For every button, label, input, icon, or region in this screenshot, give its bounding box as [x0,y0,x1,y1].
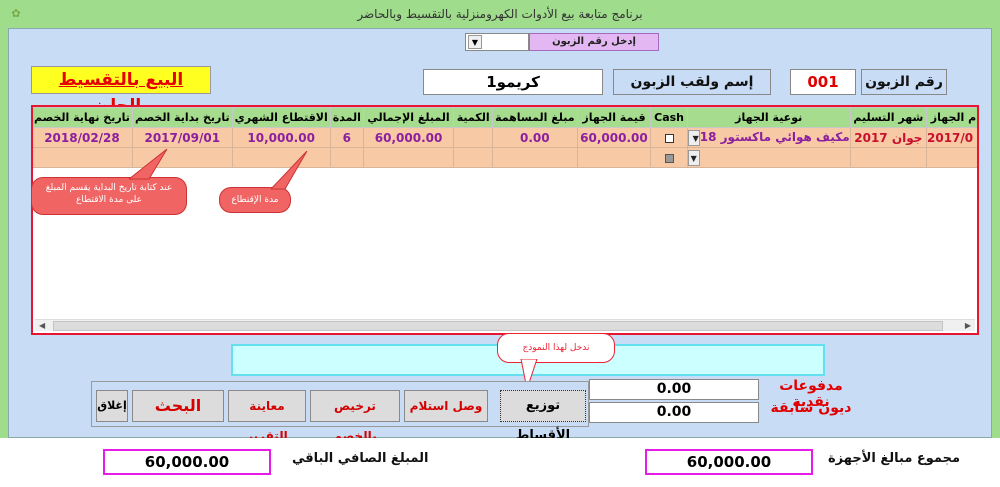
receipt-button[interactable]: وصل استلام [404,390,488,422]
cell-empty[interactable] [576,147,652,168]
callout-pointer-icon [271,151,308,190]
cell-month[interactable]: جوان 2017 [849,127,928,148]
scroll-right-icon[interactable]: ▶ [965,320,971,332]
callout-pointer-icon [129,149,168,180]
scrollbar-thumb[interactable] [53,321,943,331]
cell-empty[interactable] [329,147,364,168]
net-remaining-field: 60,000.00 [103,449,271,475]
start-date-callout: عند كتابة تاريخ البداية يقسم المبلغ على … [31,177,187,215]
cell-device[interactable]: ▼ مكيف هوائي ماكستور 18 [686,127,851,148]
cash-checkbox-indeterminate[interactable] [664,153,674,163]
cell-duration[interactable]: 6 [329,127,364,148]
net-remaining-label: المبلغ الصافي الباقي [292,451,429,466]
cell-empty[interactable] [849,147,928,168]
distribute-installments-button[interactable]: توزيع الأقساط [500,390,586,443]
col-total[interactable]: المبلغ الإجمالي [362,107,455,128]
cell-monthly[interactable]: 10,000.00 [231,127,331,148]
chevron-down-icon[interactable]: ▼ [468,35,482,49]
sales-table: تاريخ نهاية الخصم تاريخ بداية الخصم الاق… [33,107,977,168]
discount-authorization-button[interactable]: ترخيص بالخصم [310,390,400,443]
cell-end-date[interactable]: 2018/02/28 [33,127,133,148]
cell-start-date[interactable]: 2017/09/01 [131,127,233,148]
enter-customer-button[interactable]: إدخل رقم الزبون [529,33,659,51]
cell-value[interactable]: 60,000.00 [576,127,652,148]
customer-name-label: إسم ولقب الزبون [613,69,771,95]
col-device[interactable]: نوعية الجهاز [686,107,851,128]
customer-name-field[interactable]: كريمو1 [423,69,603,95]
col-value[interactable]: قيمة الجهاز [576,107,652,128]
cell-empty[interactable] [33,147,133,168]
close-button[interactable]: إغلاق [96,390,128,422]
previous-debts-label: ديون سابقة [770,400,852,416]
cell-total[interactable]: 60,000.00 [362,127,455,148]
customer-number-combo[interactable]: ▼ [465,33,529,51]
cell-cash[interactable] [650,127,688,148]
grid-header-row: تاريخ نهاية الخصم تاريخ بداية الخصم الاق… [33,107,977,128]
cell-empty[interactable] [453,147,494,168]
cell-empty[interactable] [492,147,578,168]
window-title: برنامج متابعة بيع الأدوات الكهرومنزلية ب… [357,7,643,21]
page-heading: البيع بالتقسيط وبالحاضر [31,66,211,116]
table-row[interactable]: 2018/02/28 2017/09/01 10,000.00 6 60,000… [33,127,977,148]
sales-grid: تاريخ نهاية الخصم تاريخ بداية الخصم الاق… [31,105,979,335]
cash-payments-field[interactable]: 0.00 [589,379,759,400]
col-duration[interactable]: المدة [329,107,364,128]
col-contribution[interactable]: مبلغ المساهمة [492,107,578,128]
action-bar: إغلاق البحث معاينة التقرير ترخيص بالخصم … [91,381,589,443]
cash-checkbox[interactable] [664,133,674,143]
form-callout: ندخل لهذا النموذج [497,333,615,363]
col-monthly[interactable]: الاقتطاع الشهري [231,107,331,128]
report-preview-button[interactable]: معاينة التقرير [228,390,306,443]
main-form: إدخل رقم الزبون ▼ البيع بالتقسيط وبالحاض… [8,28,992,443]
cell-empty[interactable] [362,147,455,168]
col-cash[interactable]: Cash [650,107,688,128]
cell-device-new[interactable]: ▼ [686,147,851,168]
cell-empty[interactable] [926,147,977,168]
col-qty[interactable]: الكمية [453,107,494,128]
app-window: ✿ برنامج متابعة بيع الأدوات الكهرومنزلية… [0,0,1000,487]
customer-number-field[interactable]: 001 [790,69,856,95]
scroll-left-icon[interactable]: ◀ [39,320,45,332]
col-end-date[interactable]: تاريخ نهاية الخصم [33,107,133,128]
cell-date[interactable]: 2017/0 [926,127,977,148]
title-bar: ✿ برنامج متابعة بيع الأدوات الكهرومنزلية… [0,0,1000,28]
horizontal-scrollbar[interactable]: ◀ ▶ [35,319,975,331]
devices-total-field: 60,000.00 [645,449,813,475]
chevron-down-icon[interactable]: ▼ [687,149,700,166]
app-icon: ✿ [11,7,21,20]
cell-qty[interactable] [453,127,494,148]
col-date[interactable]: م الجهاز [926,107,977,128]
col-start-date[interactable]: تاريخ بداية الخصم [131,107,233,128]
cell-contribution[interactable]: 0.00 [492,127,578,148]
chevron-down-icon[interactable]: ▼ [687,129,700,146]
table-row-new[interactable]: ▼ [33,147,977,168]
search-button[interactable]: البحث [132,390,224,422]
previous-debts-field[interactable]: 0.00 [589,402,759,423]
col-month[interactable]: شهر التسليم [849,107,928,128]
devices-total-label: مجموع مبالغ الأجهزة [828,451,961,466]
device-name: مكيف هوائي ماكستور 18 [699,129,850,144]
cell-cash-new[interactable] [650,147,688,168]
customer-number-label: رقم الزبون [861,69,947,95]
